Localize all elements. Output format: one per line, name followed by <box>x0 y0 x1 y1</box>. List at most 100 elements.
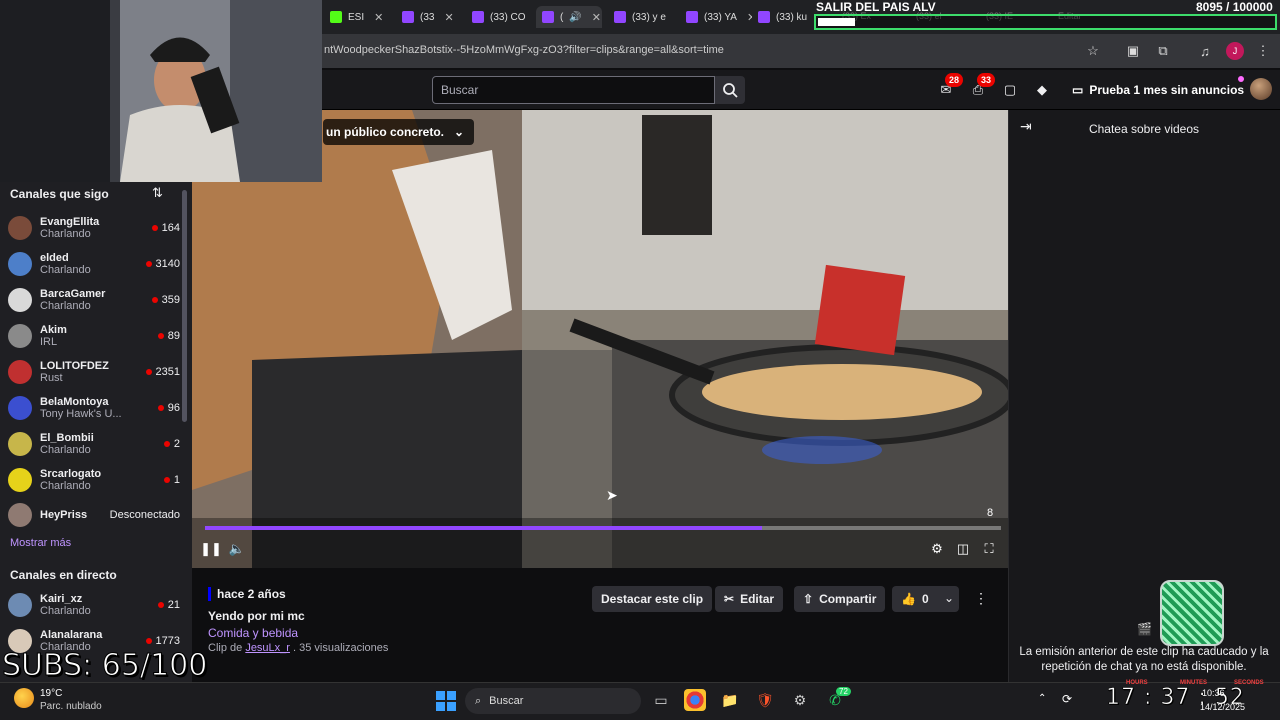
sidebar-channel-followed[interactable]: EvangEllita Charlando 164 <box>8 210 180 246</box>
close-icon[interactable]: ✕ <box>592 11 601 24</box>
browser-tab[interactable]: (33) CO <box>466 6 534 28</box>
file-explorer-icon[interactable]: 📁 <box>719 689 741 711</box>
tray-chevron-icon[interactable]: ⌃ <box>1038 693 1046 704</box>
speaker-icon[interactable]: 🔊 <box>569 12 581 23</box>
viewer-count: 164 <box>151 222 180 234</box>
close-icon[interactable]: ✕ <box>444 11 453 24</box>
pause-icon[interactable]: ❚❚ <box>200 541 222 557</box>
sidebar-channel-followed[interactable]: Srcarlogato Charlando 1 <box>8 462 180 498</box>
sidebar-channel-followed[interactable]: El_Bombii Charlando 2 <box>8 426 180 462</box>
app-icon[interactable]: ⚙ <box>789 689 811 711</box>
channel-name: El_Bombii <box>40 432 94 444</box>
browser-tab-active[interactable]: (🔊 ✕ <box>536 6 602 28</box>
sidebar-channel-followed[interactable]: Akim IRL 89 <box>8 318 180 354</box>
browser-tab[interactable]: (33) YA ✕ <box>680 6 752 28</box>
twitch-icon <box>542 11 554 23</box>
channel-avatar <box>8 216 32 240</box>
channel-text: elded Charlando <box>40 252 146 276</box>
clock-time[interactable]: 10:36 <box>1202 688 1225 698</box>
live-dot <box>163 477 170 483</box>
browser-tab[interactable]: (33) ku <box>752 6 812 28</box>
goal-progress-bar <box>814 14 1277 30</box>
taskbar-search[interactable]: ⌕ Buscar <box>465 688 641 714</box>
channel-avatar <box>8 360 32 384</box>
ad-free-icon: ▭ <box>1072 83 1084 97</box>
live-dot <box>157 405 164 411</box>
win-pane <box>447 691 456 700</box>
channel-name: elded <box>40 252 69 264</box>
live-dot <box>163 441 170 447</box>
channel-avatar <box>8 432 32 456</box>
fullscreen-icon[interactable]: ⛶ <box>980 541 998 557</box>
sidebar-channel-followed[interactable]: BarcaGamer Charlando 359 <box>8 282 180 318</box>
menu-icon[interactable]: ⋮ <box>1254 42 1272 60</box>
more-options-icon[interactable]: ⋮ <box>974 590 988 607</box>
whatsapp-badge: 72 <box>836 687 851 696</box>
user-avatar[interactable] <box>1250 78 1272 100</box>
channel-text: BarcaGamer Charlando <box>40 288 152 312</box>
edit-label: Editar <box>740 592 775 606</box>
twitch-icon <box>614 11 626 23</box>
sidebar-channel-followed[interactable]: elded Charlando 3140 <box>8 246 180 282</box>
extensions-icon[interactable]: ⧉ <box>1154 42 1172 60</box>
share-icon: ⇧ <box>803 592 814 606</box>
weather-icon[interactable] <box>14 688 34 708</box>
channel-game: Charlando <box>40 228 91 240</box>
channel-name: BarcaGamer <box>40 288 106 300</box>
windows-start-icon[interactable] <box>436 691 456 711</box>
channel-text: Kairi_xz Charlando <box>40 593 158 617</box>
whispers-icon[interactable]: ▢ <box>1000 80 1020 100</box>
highlight-clip-button[interactable]: Destacar este clip <box>592 586 713 612</box>
share-button[interactable]: ⇧ Compartir <box>794 586 886 612</box>
search-button[interactable] <box>715 76 745 104</box>
channel-offline-status: Desconectado <box>109 509 180 521</box>
search-input[interactable]: Buscar <box>432 76 715 104</box>
star-icon[interactable]: ☆ <box>1084 42 1102 60</box>
brave-icon[interactable]: 🛡 <box>754 689 776 711</box>
browser-tab[interactable]: ESI ✕ <box>324 6 392 28</box>
inbox-badge: 28 <box>945 73 963 87</box>
live-dot <box>151 225 158 231</box>
sort-icon[interactable]: ⇅ <box>152 185 163 201</box>
thumbs-up-icon: 👍 <box>901 592 916 606</box>
edit-clip-button[interactable]: ✂ Editar <box>715 586 784 612</box>
viewer-number: 164 <box>161 222 180 234</box>
sidebar-channel-live[interactable]: Kairi_xz Charlando 21 <box>8 587 180 623</box>
theatre-mode-icon[interactable]: ◫ <box>954 541 972 557</box>
viewer-number: 89 <box>167 330 180 342</box>
sidebar-channel-offline[interactable]: HeyPriss Desconectado <box>8 497 180 533</box>
task-view-icon[interactable]: ▭ <box>650 689 672 711</box>
media-icon[interactable]: ♫ <box>1196 42 1214 60</box>
sync-icon[interactable]: ⟳ <box>1062 692 1072 706</box>
close-icon[interactable]: ✕ <box>374 11 383 24</box>
url-field[interactable]: ntWoodpeckerShazBotstix--5HzoMmWgFxg-zO3… <box>324 44 724 56</box>
clock-date[interactable]: 14/12/2025 <box>1200 702 1245 712</box>
clip-category-link[interactable]: Comida y bebida <box>208 626 298 640</box>
emote-jar-overlay <box>1160 580 1224 646</box>
chrome-icon[interactable] <box>684 689 706 711</box>
status-dot <box>1238 76 1244 82</box>
volume-icon[interactable]: 🔈 <box>228 541 246 557</box>
profile-avatar[interactable]: J <box>1226 42 1244 60</box>
viewer-number: 3140 <box>155 258 180 270</box>
scissors-icon: ✂ <box>724 592 735 606</box>
sidebar-scrollbar[interactable] <box>182 190 187 422</box>
browser-tab[interactable]: (33 ✕ <box>396 6 460 28</box>
show-more-link[interactable]: Mostrar más <box>10 537 71 549</box>
picture-in-picture-icon[interactable]: ▣ <box>1124 42 1142 60</box>
sidebar-channel-followed[interactable]: BelaMontoya Tony Hawk's U... 96 <box>8 390 180 426</box>
kick-icon <box>330 11 342 23</box>
win-pane <box>436 691 445 700</box>
channel-name: BelaMontoya <box>40 396 109 408</box>
chevron-down-icon[interactable]: ⌄ <box>944 591 954 605</box>
audience-dropdown[interactable]: un público concreto. ⌄ <box>323 119 475 145</box>
channel-avatar <box>8 288 32 312</box>
sidebar-channel-followed[interactable]: LOLITOFDEZ Rust 2351 <box>8 354 180 390</box>
prime-trial-button[interactable]: ▭ Prueba 1 mes sin anuncios <box>1064 78 1252 102</box>
clip-author-link[interactable]: JesuLx_r <box>245 642 290 654</box>
time-readout: 8 <box>987 507 994 519</box>
viewer-count: 89 <box>157 330 180 342</box>
settings-gear-icon[interactable]: ⚙ <box>928 541 946 557</box>
browser-tab[interactable]: (33) y e✕ <box>608 6 676 28</box>
bits-icon[interactable]: ◆ <box>1032 80 1052 100</box>
